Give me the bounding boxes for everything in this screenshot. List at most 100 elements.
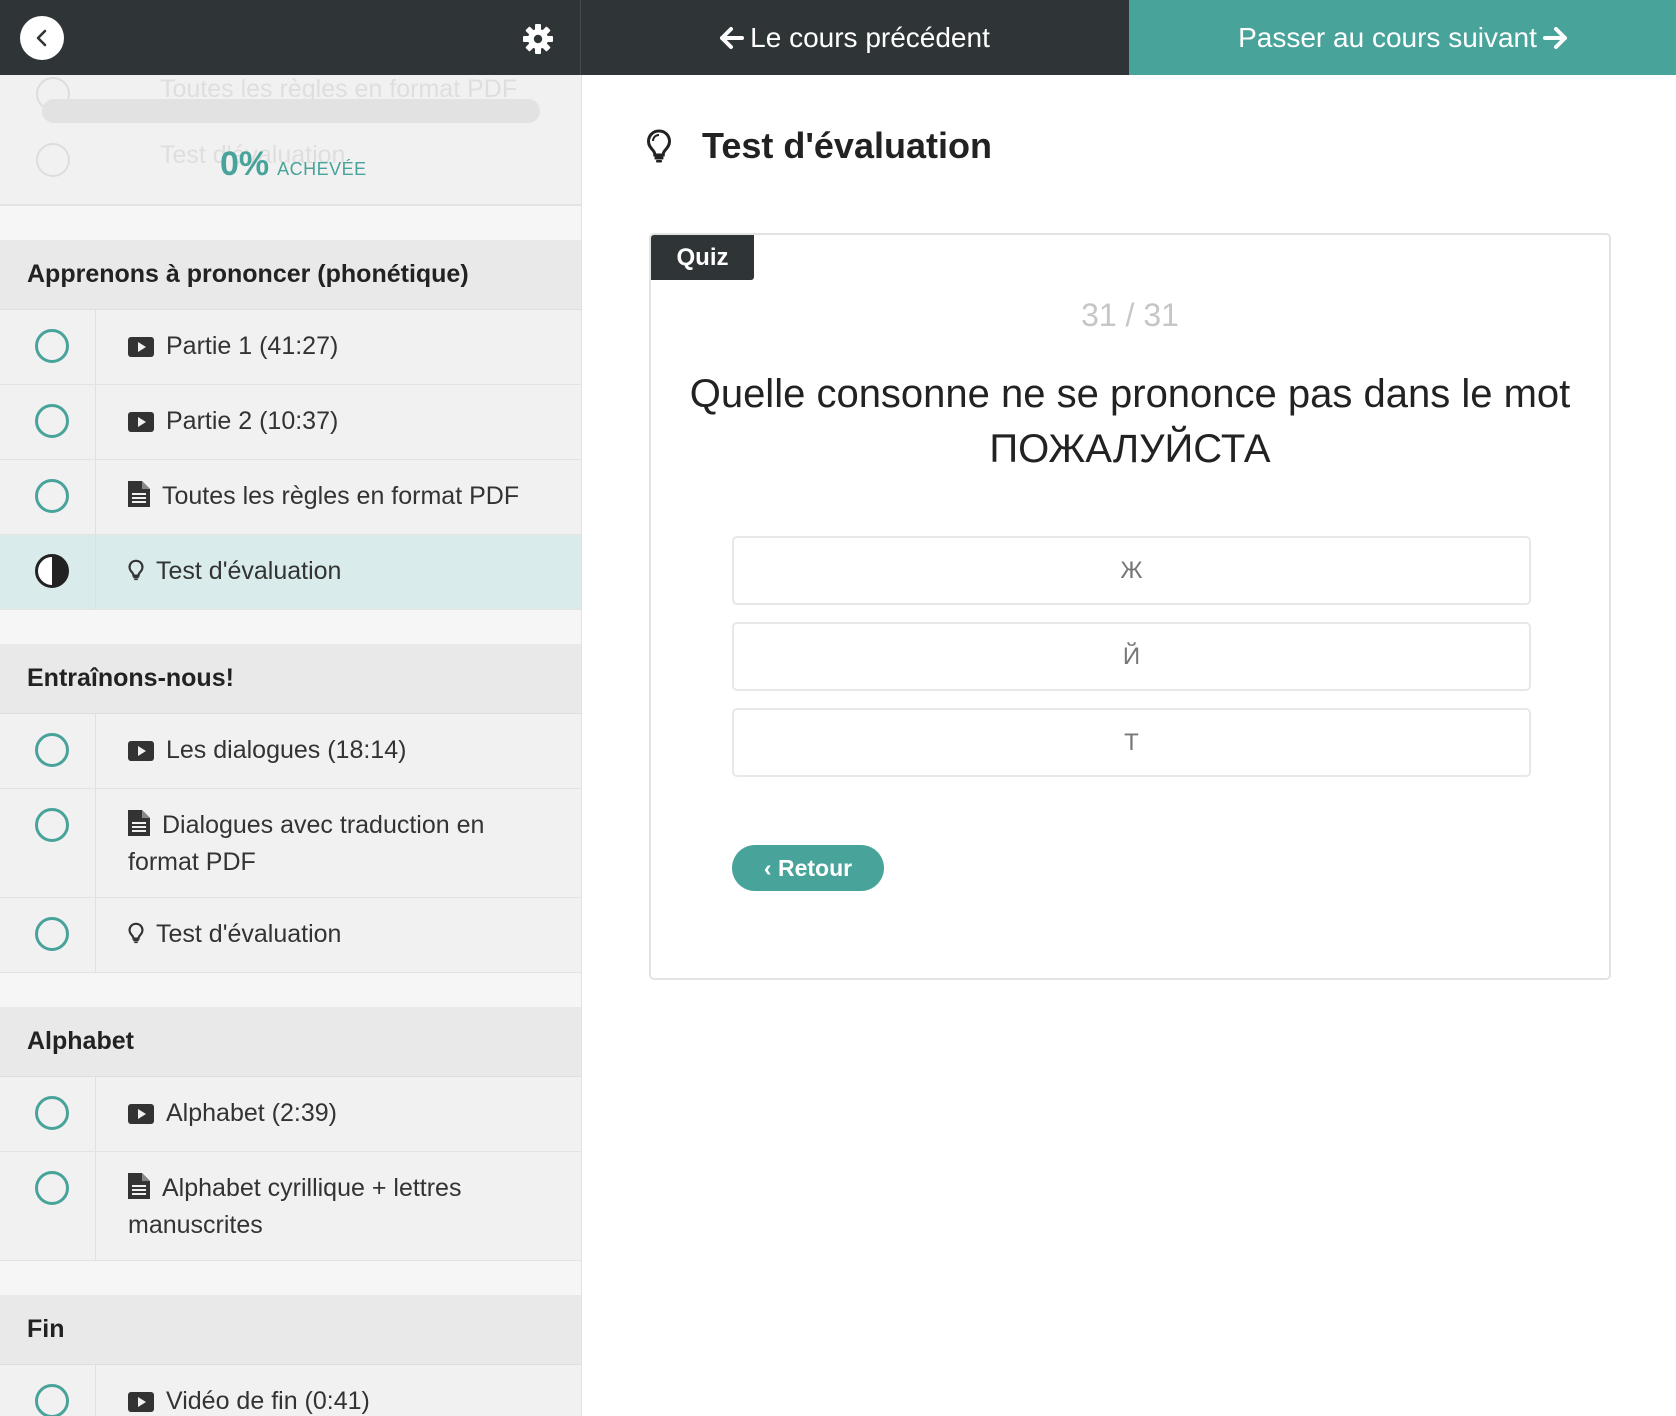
progress-bar xyxy=(42,99,540,123)
lesson-item-text: Partie 1 (41:27) xyxy=(96,310,581,384)
lesson-item[interactable]: Partie 1 (41:27) xyxy=(0,310,581,385)
lesson-item-label: Test d'évaluation xyxy=(156,920,342,948)
lesson-item-text: Alphabet cyrillique + lettres manuscrite… xyxy=(96,1152,581,1260)
arrow-right-icon xyxy=(1542,26,1567,49)
lesson-status xyxy=(0,714,96,788)
quiz-tag: Quiz xyxy=(651,235,754,280)
previous-lesson-button[interactable]: Le cours précédent xyxy=(581,0,1129,75)
next-lesson-button[interactable]: Passer au cours suivant xyxy=(1129,0,1676,75)
video-icon xyxy=(128,1387,154,1416)
lesson-item-label: Partie 1 (41:27) xyxy=(166,332,339,360)
back-button[interactable] xyxy=(20,16,64,60)
lesson-item-label: Partie 2 (10:37) xyxy=(166,407,339,435)
lesson-item[interactable]: Alphabet cyrillique + lettres manuscrite… xyxy=(0,1152,581,1261)
lesson-status xyxy=(0,535,96,609)
progress-percent-value: 0% xyxy=(220,145,270,183)
document-icon xyxy=(128,481,150,516)
document-icon xyxy=(128,1173,150,1208)
lightbulb-icon xyxy=(646,129,672,163)
section-title: Alphabet xyxy=(0,1007,581,1077)
section-gap xyxy=(0,610,581,644)
sidebar-header xyxy=(0,0,581,75)
status-circle xyxy=(35,1096,69,1130)
lesson-item[interactable]: Partie 2 (10:37) xyxy=(0,385,581,460)
lesson-item-label: Dialogues avec traduction en format PDF xyxy=(128,811,485,876)
video-icon xyxy=(128,736,154,770)
lesson-item-text: Alphabet (2:39) xyxy=(96,1077,581,1151)
lesson-item[interactable]: Test d'évaluation xyxy=(0,535,581,610)
lesson-item[interactable]: Alphabet (2:39) xyxy=(0,1077,581,1152)
chevron-left-icon xyxy=(36,29,47,47)
lesson-item-label: Les dialogues (18:14) xyxy=(166,736,407,764)
lesson-item[interactable]: Toutes les règles en format PDF xyxy=(0,460,581,535)
section-gap xyxy=(0,973,581,1007)
question-prompt: Quelle consonne ne se prononce pas dans … xyxy=(689,372,1571,416)
lesson-title-text: Test d'évaluation xyxy=(702,125,992,166)
question-word: ПОЖАЛУЙСТА xyxy=(989,427,1271,471)
gear-icon[interactable] xyxy=(522,23,554,55)
lesson-item-label: Alphabet (2:39) xyxy=(166,1099,337,1127)
arrow-left-icon xyxy=(720,26,745,49)
top-bar: Le cours précédent Passer au cours suiva… xyxy=(0,0,1676,75)
previous-lesson-label: Le cours précédent xyxy=(750,21,990,53)
lesson-status xyxy=(0,789,96,897)
status-circle xyxy=(35,479,69,513)
status-circle xyxy=(35,733,69,767)
lesson-item-text: Dialogues avec traduction en format PDF xyxy=(96,789,581,897)
status-circle xyxy=(35,808,69,842)
lesson-status xyxy=(0,385,96,459)
question-text: Quelle consonne ne se prononce pas dans … xyxy=(661,367,1599,477)
video-icon xyxy=(128,407,154,441)
next-lesson-label: Passer au cours suivant xyxy=(1238,21,1537,53)
lesson-content: Test d'évaluation Quiz 31 / 31 Quelle co… xyxy=(582,75,1676,1416)
lesson-item-text: Vidéo de fin (0:41) xyxy=(96,1365,581,1416)
document-icon xyxy=(128,810,150,845)
answer-option[interactable]: Т xyxy=(732,708,1531,777)
quiz-card: Quiz 31 / 31 Quelle consonne ne se prono… xyxy=(649,233,1611,980)
lesson-status xyxy=(0,1077,96,1151)
status-circle xyxy=(35,404,69,438)
status-circle xyxy=(35,1171,69,1205)
lesson-item-text: Test d'évaluation xyxy=(96,898,581,972)
status-circle xyxy=(35,1384,69,1416)
lesson-status xyxy=(0,310,96,384)
lesson-item-label: Alphabet cyrillique + lettres manuscrite… xyxy=(128,1174,462,1239)
progress-percent-label: ACHEVÉE xyxy=(277,159,367,179)
section-gap xyxy=(0,1261,581,1295)
course-progress: Toutes les règles en format PDF Test d'é… xyxy=(0,75,581,206)
lightbulb-icon xyxy=(128,557,144,591)
lesson-status xyxy=(0,898,96,972)
video-icon xyxy=(128,332,154,366)
lesson-status xyxy=(0,1365,96,1416)
lesson-item-label: Toutes les règles en format PDF xyxy=(162,482,520,510)
section-gap xyxy=(0,206,581,240)
lesson-item[interactable]: Dialogues avec traduction en format PDF xyxy=(0,789,581,898)
lesson-item-label: Vidéo de fin (0:41) xyxy=(166,1387,370,1415)
lesson-item[interactable]: Vidéo de fin (0:41) xyxy=(0,1365,581,1416)
section-title: Apprenons à prononcer (phonétique) xyxy=(0,240,581,310)
question-counter: 31 / 31 xyxy=(1081,297,1179,333)
status-circle xyxy=(35,917,69,951)
course-sections: Apprenons à prononcer (phonétique) Partie… xyxy=(0,206,581,1416)
lesson-item-label: Test d'évaluation xyxy=(156,557,342,585)
lesson-status xyxy=(0,1152,96,1260)
section-title: Entraînons-nous! xyxy=(0,644,581,714)
lesson-title: Test d'évaluation xyxy=(646,125,992,167)
lightbulb-icon xyxy=(128,920,144,954)
status-half-circle xyxy=(35,554,69,588)
lesson-item[interactable]: Les dialogues (18:14) xyxy=(0,714,581,789)
back-quiz-button[interactable]: ‹ Retour xyxy=(732,845,884,891)
section-title: Fin xyxy=(0,1295,581,1365)
lesson-item[interactable]: Test d'évaluation xyxy=(0,898,581,973)
answer-option[interactable]: Ж xyxy=(732,536,1531,605)
lesson-item-text: Test d'évaluation xyxy=(96,535,581,609)
lesson-status xyxy=(0,460,96,534)
course-sidebar[interactable]: Toutes les règles en format PDF Test d'é… xyxy=(0,75,582,1416)
answer-option[interactable]: Й xyxy=(732,622,1531,691)
lesson-item-text: Les dialogues (18:14) xyxy=(96,714,581,788)
video-icon xyxy=(128,1099,154,1133)
status-circle xyxy=(36,143,70,177)
lesson-item-text: Partie 2 (10:37) xyxy=(96,385,581,459)
progress-percent: 0% ACHEVÉE xyxy=(220,145,367,184)
lesson-item-text: Toutes les règles en format PDF xyxy=(96,460,581,534)
